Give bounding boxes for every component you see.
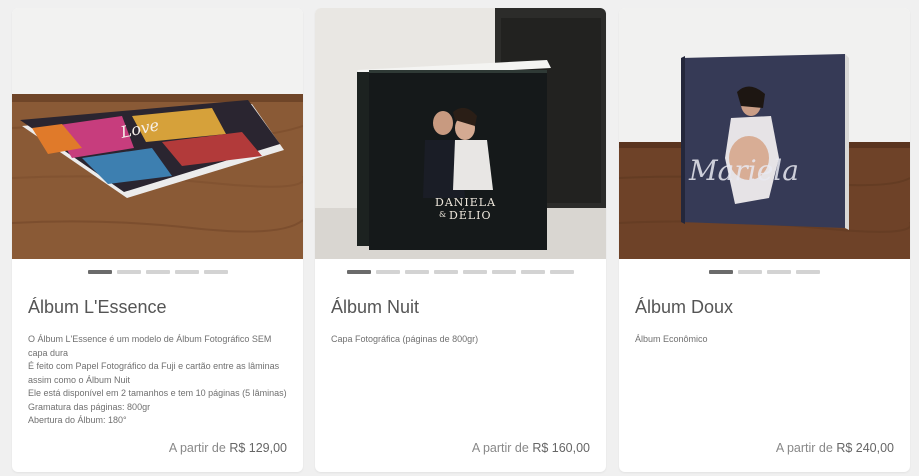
description-line: Gramatura das páginas: 800gr [28,401,151,412]
album-lessence-photo[interactable]: Love [12,8,303,259]
cover-ampersand: & [439,210,446,219]
album-nuit-image: DANIELA & DÉLIO [315,8,606,259]
product-price: A partir de R$ 240,00 [776,441,894,455]
product-title[interactable]: Álbum Doux [635,297,733,318]
description-line: Álbum Econômico [635,334,708,344]
price-prefix: A partir de [775,441,833,455]
carousel-dot[interactable] [203,270,228,274]
album-doux-image: Mariela [619,8,910,259]
carousel-dot[interactable] [116,270,141,274]
album-lessence-image: Love [12,8,303,259]
carousel-dot[interactable] [405,270,429,274]
description-line: Abertura do Álbum: 180° [28,415,127,425]
carousel-dot[interactable] [174,270,199,274]
price-value: R$ 240,00 [836,441,894,455]
price-value: R$ 129,00 [229,441,287,455]
carousel-indicators [619,270,910,274]
album-nuit-photo[interactable]: DANIELA & DÉLIO [315,8,606,259]
description-line: É feito com Papel Fotográfico da Fuji e … [28,361,280,385]
product-price: A partir de R$ 160,00 [472,441,590,455]
cover-name-1: DANIELA [435,196,496,209]
carousel-dot[interactable] [796,270,820,274]
product-card-lessence[interactable]: Love Álbum L'Essence O Álbum L'Essence é… [12,8,303,472]
album-doux-photo[interactable]: Mariela [619,8,910,259]
description-line: O Álbum L'Essence é um modelo de Álbum F… [28,334,272,358]
product-title[interactable]: Álbum Nuit [331,297,419,318]
cover-name-2: DÉLIO [449,208,492,222]
product-description: Álbum Econômico [635,333,897,347]
description-line: Capa Fotográfica (páginas de 800gr) [331,334,479,344]
carousel-dot[interactable] [347,270,371,274]
carousel-dot[interactable] [87,270,112,274]
cover-script: Mariela [688,154,799,187]
product-card-nuit[interactable]: DANIELA & DÉLIO Álbum Nuit Capa Fotográf… [315,8,606,472]
carousel-dot[interactable] [738,270,762,274]
carousel-indicators [315,270,606,274]
price-prefix: A partir de [168,441,226,455]
carousel-dot[interactable] [492,270,516,274]
carousel-dot[interactable] [767,270,791,274]
price-value: R$ 160,00 [532,441,590,455]
carousel-dot[interactable] [550,270,574,274]
product-title[interactable]: Álbum L'Essence [28,297,167,318]
product-description: Capa Fotográfica (páginas de 800gr) [331,333,593,347]
price-prefix: A partir de [471,441,529,455]
carousel-dot[interactable] [434,270,458,274]
carousel-dot[interactable] [709,270,733,274]
carousel-indicators [12,270,303,274]
carousel-dot[interactable] [145,270,170,274]
product-price: A partir de R$ 129,00 [169,441,287,455]
carousel-dot[interactable] [463,270,487,274]
description-line: Ele está disponível em 2 tamanhos e tem … [28,388,287,398]
carousel-dot[interactable] [521,270,545,274]
product-card-doux[interactable]: Mariela Álbum Doux Álbum Econômico A par… [619,8,910,472]
product-description: O Álbum L'Essence é um modelo de Álbum F… [28,333,290,428]
carousel-dot[interactable] [376,270,400,274]
